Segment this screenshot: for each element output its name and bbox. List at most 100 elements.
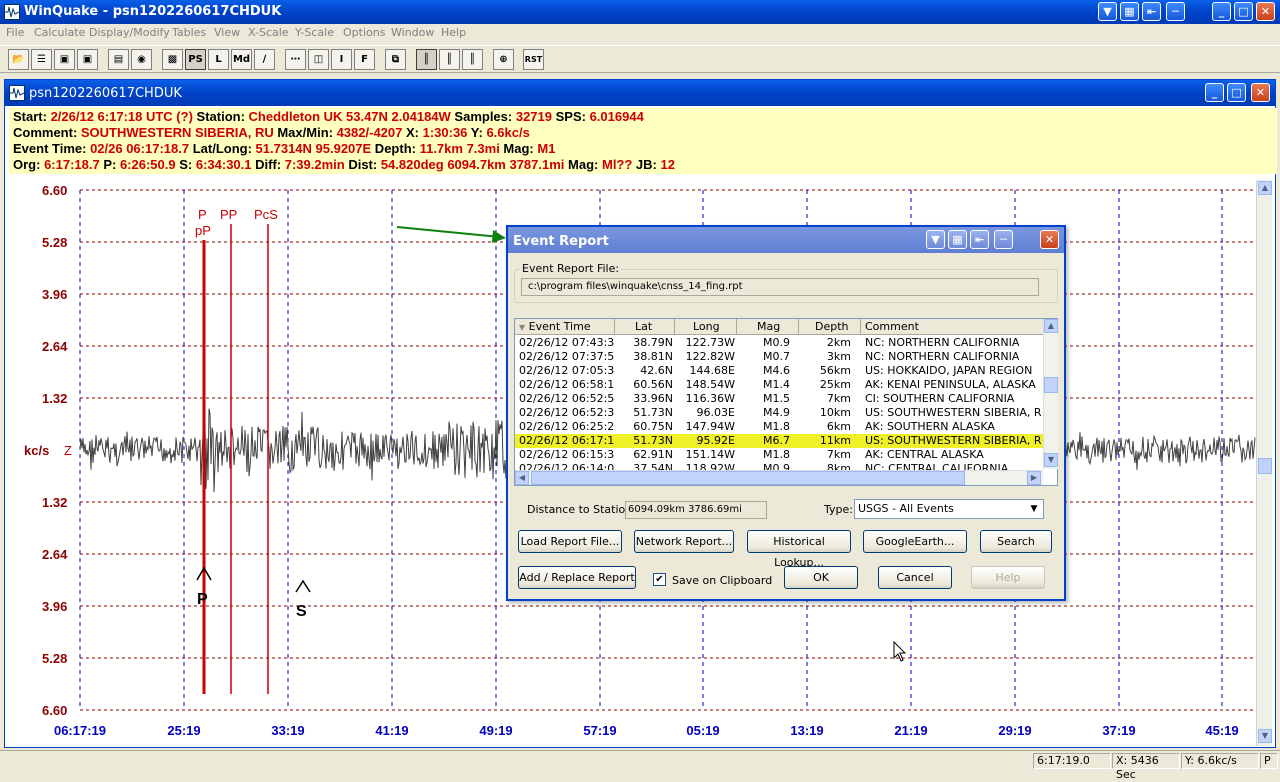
sort-arrow-icon: ▼ (519, 323, 526, 332)
type-select[interactable]: USGS - All Events ▼ (854, 499, 1044, 519)
menu-tables[interactable]: Tables (172, 26, 206, 39)
list-scroll-left-icon[interactable]: ◀ (515, 471, 529, 485)
menu-help[interactable]: Help (441, 26, 466, 39)
child-minimize-button[interactable]: _ (1205, 83, 1224, 102)
chevron-down-icon[interactable]: ▼ (1098, 2, 1117, 21)
print-preview-icon[interactable]: ▤ (108, 49, 129, 70)
historical-lookup-button[interactable]: Historical Lookup... (747, 530, 851, 569)
add-replace-report-button[interactable]: Add / Replace Report (518, 566, 636, 589)
load-report-button[interactable]: Load Report File... (518, 530, 622, 553)
list-hscroll-thumb[interactable] (531, 471, 965, 485)
target-icon[interactable]: ⊕ (493, 49, 514, 70)
child-close-button[interactable]: ✕ (1251, 83, 1270, 102)
phase-label-pp: PP (220, 207, 237, 222)
i-button[interactable]: I (331, 49, 352, 70)
cancel-button[interactable]: Cancel (878, 566, 952, 589)
row-depth: 6km (826, 420, 851, 433)
event-list[interactable]: ▼ Event Time Lat Long Mag Depth Comment … (514, 318, 1058, 486)
phase-icon[interactable]: ▩ (162, 49, 183, 70)
md-button[interactable]: Md (231, 49, 252, 70)
info-line-4: Org: 6:17:18.7 P: 6:26:50.9 S: 6:34:30.1… (13, 157, 1273, 173)
menu-options[interactable]: Options (343, 26, 385, 39)
bars2-icon[interactable]: ║ (439, 49, 460, 70)
col-lat[interactable]: Lat (615, 319, 675, 335)
copy-icon[interactable]: ⧉ (385, 49, 406, 70)
f-button[interactable]: F (354, 49, 375, 70)
y-value: 6.6kc/s (486, 125, 530, 140)
list-scroll-down-icon[interactable]: ▼ (1044, 453, 1058, 467)
menu-y-scale[interactable]: Y-Scale (295, 26, 334, 39)
dialog-close-button[interactable]: ✕ (1040, 230, 1059, 249)
open-icon[interactable]: 📂 (8, 49, 29, 70)
event-row[interactable]: 02/26/12 07:05:34 42.6N 144.68E M4.6 56km US:… (515, 364, 1043, 378)
loc-button[interactable]: L (208, 49, 229, 70)
list-scroll-up-icon[interactable]: ▲ (1044, 319, 1058, 333)
minimize-button[interactable]: _ (1212, 2, 1231, 21)
list-scroll-right-icon[interactable]: ▶ (1027, 471, 1041, 485)
plot-vertical-scrollbar[interactable]: ▲ ▼ (1256, 180, 1272, 746)
event-row[interactable]: 02/26/12 06:52:39 51.73N 96.03E M4.9 10km US:… (515, 406, 1043, 420)
rst-button[interactable]: RST (523, 49, 544, 70)
minimize-rollup-icon[interactable]: ─ (1166, 2, 1185, 21)
ps-button[interactable]: PS (185, 49, 206, 70)
menu-calculate[interactable]: Calculate (34, 26, 85, 39)
event-row[interactable]: 02/26/12 06:17:19 51.73N 95.92E M6.7 11km US:… (515, 434, 1043, 448)
bars3-icon[interactable]: ║ (462, 49, 483, 70)
col-depth[interactable]: Depth (799, 319, 861, 335)
network-report-button[interactable]: Network Report... (634, 530, 734, 553)
row-lat: 60.75N (633, 420, 673, 433)
fft-window-button[interactable]: ◫ (308, 49, 329, 70)
list-horizontal-scrollbar[interactable]: ◀ ▶ (515, 470, 1043, 485)
list-vertical-scrollbar[interactable]: ▲ ▼ (1043, 319, 1058, 469)
scroll-up-icon[interactable]: ▲ (1258, 181, 1272, 195)
event-row[interactable]: 02/26/12 07:37:57 38.81N 122.82W M0.7 3km NC:… (515, 350, 1043, 364)
row-comment: CI: SOUTHERN CALIFORNIA (865, 392, 1015, 405)
help-button[interactable]: Help (971, 566, 1045, 589)
search-button[interactable]: Search (980, 530, 1052, 553)
fft-button[interactable]: ⋯ (285, 49, 306, 70)
save-as-icon[interactable]: ▣ (77, 49, 98, 70)
scroll-down-icon[interactable]: ▼ (1258, 729, 1272, 743)
pin-icon[interactable]: ⇤ (970, 230, 989, 249)
menu-display-modify[interactable]: Display/Modify (89, 26, 170, 39)
menu-window[interactable]: Window (391, 26, 434, 39)
list-icon[interactable]: ☰ (31, 49, 52, 70)
grid-icon[interactable]: ▦ (1120, 2, 1139, 21)
minimize-rollup-icon[interactable]: ─ (994, 230, 1013, 249)
menu-view[interactable]: View (214, 26, 240, 39)
close-button[interactable]: ✕ (1256, 2, 1275, 21)
googleearth-button[interactable]: GoogleEarth... (863, 530, 967, 553)
col-mag[interactable]: Mag (737, 319, 799, 335)
event-row[interactable]: 02/26/12 07:43:36 38.79N 122.73W M0.9 2km NC:… (515, 336, 1043, 350)
list-scroll-thumb[interactable] (1044, 377, 1058, 393)
col-event-time[interactable]: ▼ Event Time (515, 319, 615, 335)
save-clipboard-checkbox[interactable]: ✔ (653, 573, 666, 586)
child-titlebar: psn1202260617CHDUK _ □ ✕ (5, 80, 1275, 106)
menu-file[interactable]: File (6, 26, 24, 39)
filter-icon[interactable]: ◉ (131, 49, 152, 70)
dropdown-arrow-icon[interactable]: ▼ (1026, 501, 1042, 517)
rt-button[interactable]: ∕ (254, 49, 275, 70)
col-long[interactable]: Long (675, 319, 737, 335)
x-tick-label: 25:19 (167, 723, 200, 738)
distance-value: 6094.09km 3786.69mi (625, 501, 767, 519)
event-row[interactable]: 02/26/12 06:15:30 62.91N 151.14W M1.8 7km AK:… (515, 448, 1043, 462)
save-icon[interactable]: ▣ (54, 49, 75, 70)
child-app-icon[interactable] (9, 85, 25, 101)
pin-icon[interactable]: ⇤ (1142, 2, 1161, 21)
ok-button[interactable]: OK (784, 566, 858, 589)
chevron-down-icon[interactable]: ▼ (926, 230, 945, 249)
event-row[interactable]: 02/26/12 06:25:26 60.75N 147.94W M1.8 6km AK:… (515, 420, 1043, 434)
event-row[interactable]: 02/26/12 06:52:54 33.96N 116.36W M1.5 7km CI:… (515, 392, 1043, 406)
grid-icon[interactable]: ▦ (948, 230, 967, 249)
menu-x-scale[interactable]: X-Scale (248, 26, 289, 39)
child-maximize-button[interactable]: □ (1227, 83, 1246, 102)
event-time-label: Event Time: (13, 141, 91, 156)
scroll-thumb[interactable] (1258, 458, 1272, 474)
maximize-button[interactable]: □ (1234, 2, 1253, 21)
event-row[interactable]: 02/26/12 06:58:12 60.56N 148.54W M1.4 25km AK… (515, 378, 1043, 392)
bars1-icon[interactable]: ║ (416, 49, 437, 70)
col-comment[interactable]: Comment (861, 319, 1043, 335)
winquake-app-icon[interactable] (4, 4, 20, 20)
save-clipboard-label[interactable]: Save on Clipboard (672, 574, 772, 587)
